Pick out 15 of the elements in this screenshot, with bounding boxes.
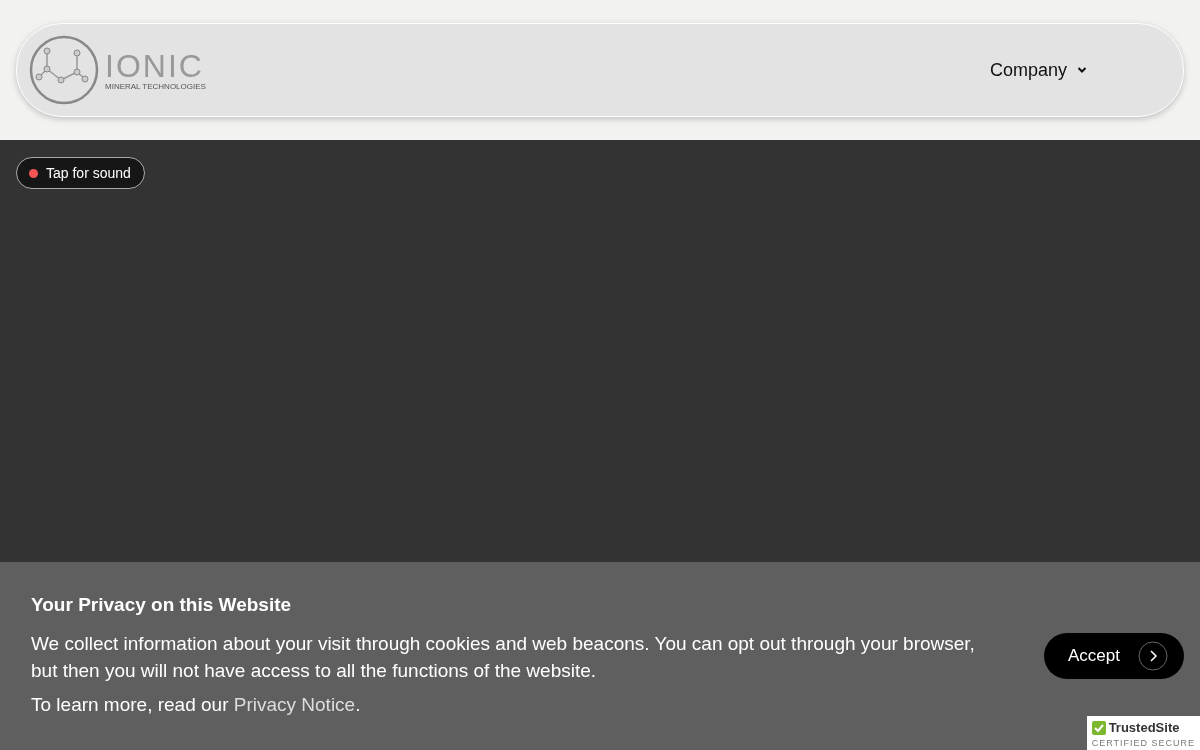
checkmark-icon	[1091, 720, 1106, 735]
molecule-logo-icon	[29, 35, 99, 105]
banner-title: Your Privacy on this Website	[31, 594, 293, 616]
badge-subtitle: CERTIFIED SECURE	[1091, 738, 1195, 748]
sound-button[interactable]: Tap for sound	[16, 157, 145, 189]
banner-text: We collect information about your visit through cookies and web beacons. You can opt out through your browser, but then you will not have access to all the functions of the website.	[31, 632, 976, 683]
logo-wordmark: IONIC	[105, 49, 205, 82]
learn-more-text: To learn more, read our Privacy Notice.	[31, 694, 362, 716]
logo-tagline: MINERAL TECHNOLOGIES	[105, 81, 206, 91]
badge-name: TrustedSite	[1108, 720, 1180, 735]
trust-badge[interactable]: TrustedSite CERTIFIED SECURE	[1086, 716, 1200, 750]
privacy-notice-link[interactable]: Privacy Notice	[233, 694, 356, 715]
accept-button[interactable]: Accept	[1044, 633, 1184, 679]
chevron-right-icon	[1138, 641, 1168, 671]
nav-link[interactable]: Company	[989, 59, 1087, 81]
